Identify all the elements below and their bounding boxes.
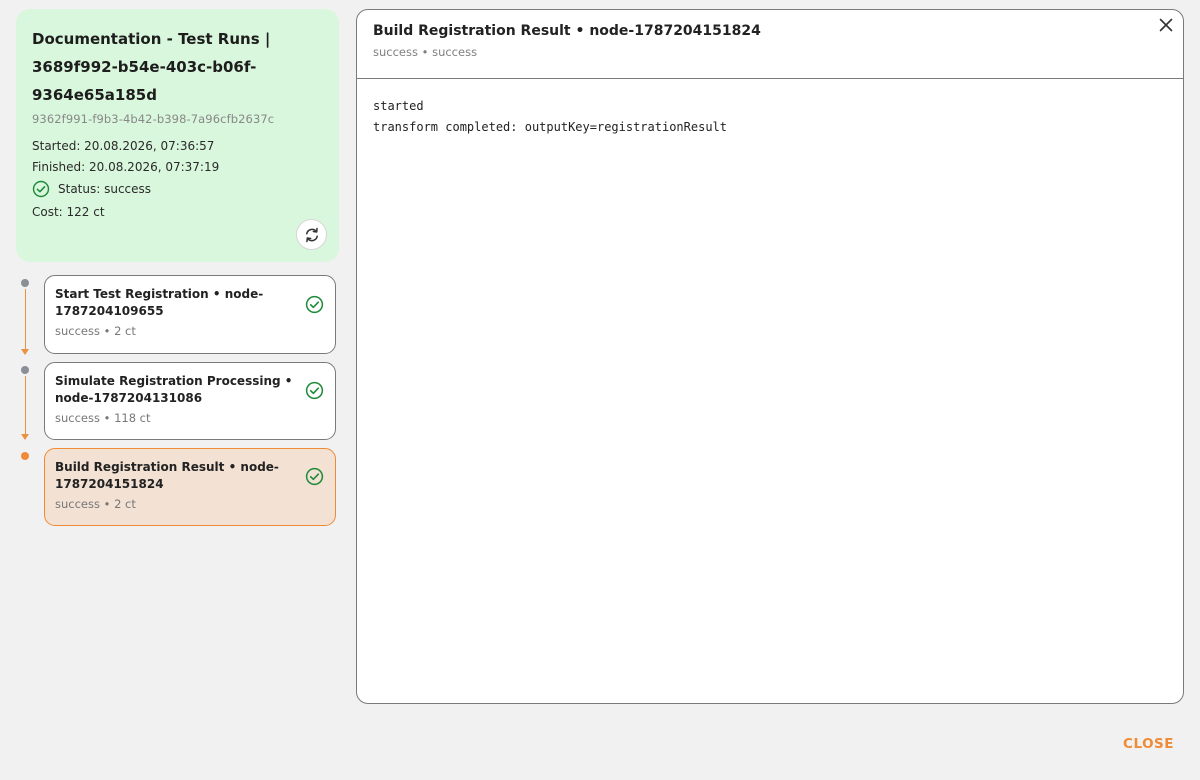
detail-header: Build Registration Result • node-1787204… xyxy=(357,10,1183,79)
close-icon xyxy=(1159,18,1173,32)
step-card[interactable]: Simulate Registration Processing • node-… xyxy=(44,362,336,440)
run-title: Documentation - Test Runs | 3689f992-b54… xyxy=(32,30,271,104)
step-card-selected[interactable]: Build Registration Result • node-1787204… xyxy=(44,448,336,526)
run-started: Started: 20.08.2026, 07:36:57 xyxy=(32,139,215,153)
step-title: Start Test Registration • node-178720410… xyxy=(55,287,264,318)
check-circle-icon xyxy=(305,381,324,400)
timeline-connector xyxy=(25,289,26,349)
timeline-arrow-icon xyxy=(21,349,29,355)
check-circle-icon xyxy=(32,180,50,198)
check-circle-icon xyxy=(305,467,324,486)
refresh-button[interactable] xyxy=(296,219,327,250)
detail-title: Build Registration Result • node-1787204… xyxy=(373,23,761,39)
timeline-connector xyxy=(25,376,26,434)
timeline-dot-active xyxy=(21,452,29,460)
step-title: Build Registration Result • node-1787204… xyxy=(55,460,279,491)
log-line: started xyxy=(373,99,424,113)
step-card[interactable]: Start Test Registration • node-178720410… xyxy=(44,275,336,354)
step-detail-panel: Build Registration Result • node-1787204… xyxy=(356,9,1184,704)
step-log: started transform completed: outputKey=r… xyxy=(357,79,1183,155)
run-status-text: Status: success xyxy=(58,182,152,196)
close-button[interactable]: CLOSE xyxy=(1123,736,1174,752)
run-details-dialog: Documentation - Test Runs | 3689f992-b54… xyxy=(0,0,1200,780)
refresh-icon xyxy=(305,227,318,242)
timeline-arrow-icon xyxy=(21,434,29,440)
detail-subtitle: success • success xyxy=(373,45,478,59)
run-id: 9362f991-f9b3-4b42-b398-7a96cfb2637c xyxy=(32,112,275,126)
timeline-dot xyxy=(21,279,29,287)
run-cost: Cost: 122 ct xyxy=(32,205,105,219)
run-finished: Finished: 20.08.2026, 07:37:19 xyxy=(32,160,220,174)
run-summary-card: Documentation - Test Runs | 3689f992-b54… xyxy=(16,9,339,262)
run-status: Status: success xyxy=(32,180,323,198)
step-subtitle: success • 2 ct xyxy=(55,324,136,338)
step-title: Simulate Registration Processing • node-… xyxy=(55,374,293,405)
step-subtitle: success • 2 ct xyxy=(55,497,136,511)
step-subtitle: success • 118 ct xyxy=(55,411,151,425)
timeline-dot xyxy=(21,366,29,374)
log-line: transform completed: outputKey=registrat… xyxy=(373,120,728,134)
close-panel-button[interactable] xyxy=(1153,12,1179,38)
check-circle-icon xyxy=(305,295,324,314)
